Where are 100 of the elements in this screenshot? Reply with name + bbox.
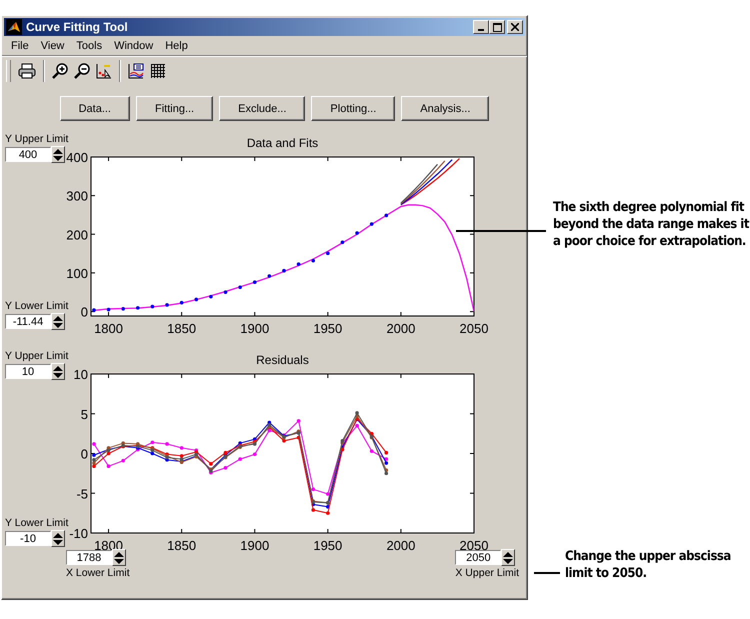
point	[326, 492, 330, 496]
tick-label: 1800	[94, 321, 123, 336]
point	[384, 457, 388, 461]
tick-label: -5	[76, 486, 88, 502]
push-button[interactable]: Plotting...	[311, 96, 396, 121]
number-field[interactable]: 1788	[66, 550, 112, 565]
print-icon[interactable]	[17, 62, 37, 80]
chart-title: Data and Fits	[246, 136, 318, 150]
window-title: Curve Fitting Tool	[26, 20, 129, 34]
point	[92, 461, 96, 465]
tick-label: 0	[80, 446, 88, 462]
point	[296, 419, 300, 423]
menu-item[interactable]: Tools	[70, 39, 108, 53]
point	[224, 450, 228, 455]
limit-label: Y Upper Limit	[5, 350, 67, 362]
tick-label: 300	[66, 188, 88, 204]
menu-item[interactable]: Window	[108, 39, 160, 53]
spin-buttons[interactable]	[51, 313, 65, 330]
point	[92, 453, 96, 457]
data-cursor-icon[interactable]	[95, 62, 113, 80]
tick-label: 1850	[167, 321, 196, 336]
tick-label: 1900	[240, 321, 270, 336]
maximize-button[interactable]	[489, 20, 505, 34]
close-icon	[511, 23, 519, 31]
point	[106, 452, 110, 456]
grid-icon[interactable]	[149, 62, 167, 80]
menu-item[interactable]: View	[34, 39, 70, 53]
menu-item[interactable]: File	[5, 39, 35, 53]
point	[180, 457, 184, 461]
point	[238, 457, 242, 461]
point	[355, 424, 359, 428]
point	[165, 442, 169, 446]
spin-buttons[interactable]	[51, 363, 65, 380]
tick-label: 2050	[460, 321, 488, 336]
point	[209, 462, 213, 466]
zoom-out-icon[interactable]	[73, 62, 91, 80]
point	[311, 487, 315, 492]
chart-title: Residuals	[256, 353, 309, 367]
point	[252, 452, 257, 456]
point	[92, 458, 96, 462]
number-field[interactable]: 2050	[455, 550, 502, 565]
limit-label: Y Upper Limit	[5, 133, 67, 145]
minimize-button[interactable]	[473, 20, 489, 34]
point	[106, 464, 110, 468]
point	[180, 454, 184, 458]
tick-label: 400	[66, 150, 88, 165]
callout-text: The sixth degree polynomial fit beyond the data range makes it a poor choice for extrapolation.	[553, 199, 749, 250]
push-button[interactable]: Exclude...	[219, 96, 306, 121]
point	[150, 452, 154, 456]
point	[370, 449, 374, 453]
point	[384, 472, 388, 476]
legend-icon[interactable]	[127, 62, 145, 80]
zoom-in-icon[interactable]	[51, 62, 69, 80]
menu-item[interactable]: Help	[159, 39, 194, 53]
point	[180, 446, 184, 450]
push-button[interactable]: Analysis...	[401, 96, 490, 121]
point	[311, 508, 315, 512]
point	[268, 428, 272, 432]
callout-text: Change the upper abscissa limit to 2050.	[565, 548, 731, 582]
number-field[interactable]: 400	[5, 147, 51, 162]
tick-label: 2050	[460, 538, 488, 553]
app-icon	[6, 19, 22, 35]
spin-buttons[interactable]	[51, 530, 65, 547]
point	[150, 440, 154, 444]
number-field[interactable]: -10	[5, 531, 51, 546]
point	[340, 448, 344, 452]
number-field[interactable]: -11.44	[5, 314, 51, 329]
maximize-icon	[492, 22, 502, 32]
limit-label: X Lower Limit	[66, 567, 130, 579]
point	[121, 458, 125, 462]
tick-label: 200	[66, 227, 88, 242]
point	[92, 442, 96, 446]
tick-label: -10	[69, 526, 88, 541]
number-field[interactable]: 10	[5, 364, 51, 379]
tick-label: 1850	[167, 538, 196, 553]
spin-buttons[interactable]	[51, 146, 65, 163]
limit-label: Y Lower Limit	[5, 300, 67, 312]
tick-label: 2000	[386, 321, 416, 336]
leader-line	[534, 572, 560, 574]
point	[92, 464, 96, 468]
close-button[interactable]	[507, 20, 523, 34]
point	[384, 461, 388, 465]
point	[384, 450, 388, 455]
limit-label: Y Lower Limit	[5, 517, 67, 529]
tick-label: 1900	[240, 538, 270, 553]
spin-buttons[interactable]	[501, 549, 516, 566]
toolbar-grip	[6, 60, 11, 82]
tick-label: 5	[80, 406, 88, 422]
limit-label: X Upper Limit	[455, 567, 519, 579]
push-button[interactable]: Data...	[60, 96, 130, 121]
point	[355, 411, 359, 415]
tick-label: 0	[80, 304, 88, 320]
tick-label: 100	[66, 266, 88, 281]
spin-buttons[interactable]	[112, 549, 126, 566]
tick-label: 10	[74, 367, 88, 382]
point	[224, 466, 228, 470]
tick-label: 1950	[313, 538, 342, 553]
push-button[interactable]: Fitting...	[136, 96, 214, 121]
point	[326, 511, 330, 515]
tick-label: 1950	[313, 321, 342, 336]
